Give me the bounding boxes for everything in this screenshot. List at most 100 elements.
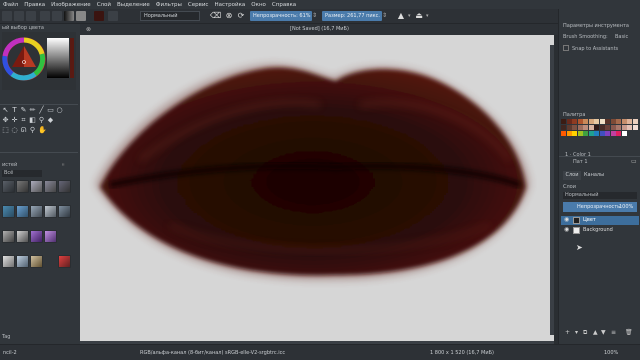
move-tool-icon[interactable]: ✛ [11,117,18,124]
menu-filters[interactable]: Фильтры [156,2,182,8]
palette-swatch[interactable] [627,119,632,124]
size-slider[interactable]: Размер: 261,77 пикс. [322,11,382,21]
menu-window[interactable]: Окно [251,2,266,8]
palette-swatch[interactable] [594,119,599,124]
mirror-v-dropdown-icon[interactable]: ▾ [426,11,431,21]
open-document-button[interactable] [14,11,24,21]
float-docker-icon[interactable]: ▭ [631,158,637,165]
crop-tool-icon[interactable]: ⌗ [20,117,27,124]
preset-brush-11[interactable] [2,230,15,243]
preset-brush-16[interactable] [16,255,29,268]
menu-image[interactable]: Изображение [51,2,91,8]
layer-properties-icon[interactable]: ≡ [611,329,616,336]
palette-swatch[interactable] [566,125,572,130]
palette-swatch[interactable] [621,125,627,130]
duplicate-layer-icon[interactable]: ⧉ [583,329,587,337]
mirror-dropdown-icon[interactable]: ▾ [408,11,413,21]
new-document-button[interactable] [2,11,12,21]
palette-grid[interactable] [561,119,640,151]
pan-tool-icon[interactable]: ✋ [38,127,47,134]
palette-swatch[interactable] [572,125,577,130]
presets-filter-dropdown[interactable]: Всё [2,170,42,177]
palette-swatch[interactable] [616,119,621,124]
palette-swatch[interactable] [599,119,605,124]
layer-row[interactable]: ◉ Цвет [561,216,639,225]
save-document-button[interactable] [26,11,36,21]
preset-brush-3[interactable] [30,180,43,193]
palette-swatch[interactable] [610,125,616,130]
add-layer-icon[interactable]: + [565,329,570,336]
preset-brush-14[interactable] [44,230,57,243]
document-tab-title[interactable]: [Not Saved] (16,7 МиБ) [290,26,349,32]
canvas-scrollbar-vertical[interactable] [550,45,554,335]
palette-swatch[interactable] [588,125,594,130]
palette-swatch[interactable] [583,125,588,130]
palette-swatch[interactable] [566,131,572,136]
palette-swatch[interactable] [561,119,566,124]
line-tool-icon[interactable]: ╱ [38,107,45,114]
preset-brush-2[interactable] [16,180,29,193]
palette-swatch[interactable] [627,125,632,130]
palette-swatch[interactable] [616,125,621,130]
preset-brush-12[interactable] [16,230,29,243]
colorpicker-tool-icon[interactable]: ⚲ [38,117,45,124]
preserve-alpha-icon[interactable]: ⊗ [224,11,234,21]
palette-swatch[interactable] [561,131,566,136]
tab-channels[interactable]: Каналы [583,171,605,180]
presets-size-icon[interactable]: ⁞⁞ [62,162,65,167]
menu-settings[interactable]: Настройка [214,2,245,8]
menu-tools[interactable]: Сервис [188,2,209,8]
menu-file[interactable]: Файл [3,2,18,8]
opacity-slider[interactable]: Непрозрачность: 61% [250,11,312,21]
palette-swatch[interactable] [610,119,616,124]
menu-edit[interactable]: Правка [24,2,45,8]
palette-swatch[interactable] [577,119,583,124]
preset-brush-9[interactable] [44,205,57,218]
snap-assistants-checkbox[interactable] [563,45,569,51]
fill-tool-icon[interactable]: ◆ [47,117,54,124]
rect-select-icon[interactable]: ⬚ [2,127,9,134]
foreground-color-swatch[interactable] [94,11,104,21]
palette-swatch[interactable] [616,131,621,136]
edit-shapes-icon[interactable]: ✎ [20,107,27,114]
palette-swatch[interactable] [599,125,605,130]
preset-brush-13[interactable] [30,230,43,243]
palette-swatch[interactable] [605,119,610,124]
opacity-stepper-icon[interactable]: ⇕ [312,11,319,21]
menu-help[interactable]: Справка [272,2,296,8]
ellipse-select-icon[interactable]: ◌ [11,127,18,134]
text-tool-icon[interactable]: T [11,107,18,114]
gradient-tool-icon[interactable]: ◧ [29,117,36,124]
mirror-horizontal-icon[interactable]: ▲ [396,11,406,21]
palette-swatch[interactable] [621,119,627,124]
palette-swatch[interactable] [605,131,610,136]
palette-swatch[interactable] [610,131,616,136]
palette-swatch[interactable] [566,119,572,124]
transform-tool-icon[interactable]: ✥ [2,117,9,124]
preset-brush-1[interactable] [2,180,15,193]
gradient-selector[interactable] [64,11,74,21]
mirror-vertical-icon[interactable]: ⏏ [414,11,424,21]
palette-swatch[interactable] [632,119,638,124]
palette-swatch[interactable] [577,131,583,136]
brush-preset-selector[interactable] [108,11,118,21]
blend-mode-dropdown[interactable]: Нормальный [140,11,200,21]
lasso-select-icon[interactable]: ᘏ [20,127,27,134]
move-layer-up-icon[interactable]: ▲ [593,329,598,336]
eraser-mode-icon[interactable]: ⌫ [210,11,221,21]
preset-brush-15[interactable] [2,255,15,268]
move-layer-down-icon[interactable]: ▼ [601,329,606,336]
preset-brush-17[interactable] [30,255,43,268]
palette-swatch[interactable] [561,125,566,130]
palette-swatch[interactable] [594,125,599,130]
brush-smoothing-dropdown[interactable]: Basic [615,34,628,40]
palette-swatch[interactable] [583,131,588,136]
rectangle-tool-icon[interactable]: ▭ [47,107,54,114]
palette-swatch[interactable] [572,119,577,124]
preset-brush-10[interactable] [58,205,71,218]
document-close-icon[interactable]: ⊗ [86,26,91,33]
palette-swatch[interactable] [605,125,610,130]
menu-layer[interactable]: Слой [97,2,111,8]
palette-swatch[interactable] [577,125,583,130]
select-shapes-icon[interactable]: ↖ [2,107,9,114]
